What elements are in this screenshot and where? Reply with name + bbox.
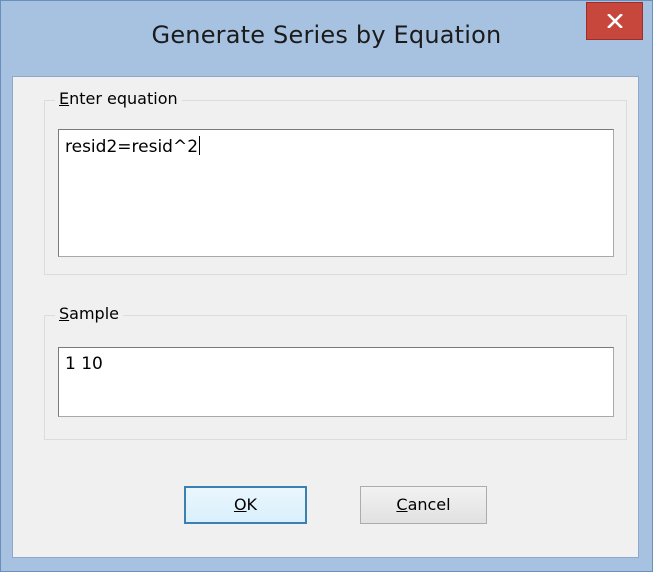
equation-input[interactable]: resid2=resid^2 (58, 129, 614, 257)
equation-group-label: Enter equation (55, 89, 182, 108)
title-bar[interactable]: Generate Series by Equation (1, 1, 652, 76)
equation-groupbox: Enter equation resid2=resid^2 (44, 89, 627, 275)
sample-groupbox: Sample 1 10 (44, 304, 627, 440)
close-icon (607, 14, 623, 28)
text-caret (199, 136, 201, 155)
cancel-button[interactable]: Cancel (360, 486, 487, 524)
sample-group-label: Sample (55, 304, 123, 323)
close-button[interactable] (586, 2, 643, 40)
window-title: Generate Series by Equation (151, 21, 502, 49)
dialog-window: Generate Series by Equation Enter equati… (0, 0, 653, 572)
equation-input-value: resid2=resid^2 (65, 137, 199, 157)
sample-input-value: 1 10 (65, 354, 103, 374)
dialog-body: Enter equation resid2=resid^2 Sample 1 1… (12, 76, 639, 558)
ok-button[interactable]: OK (184, 486, 307, 524)
sample-input[interactable]: 1 10 (58, 347, 614, 417)
